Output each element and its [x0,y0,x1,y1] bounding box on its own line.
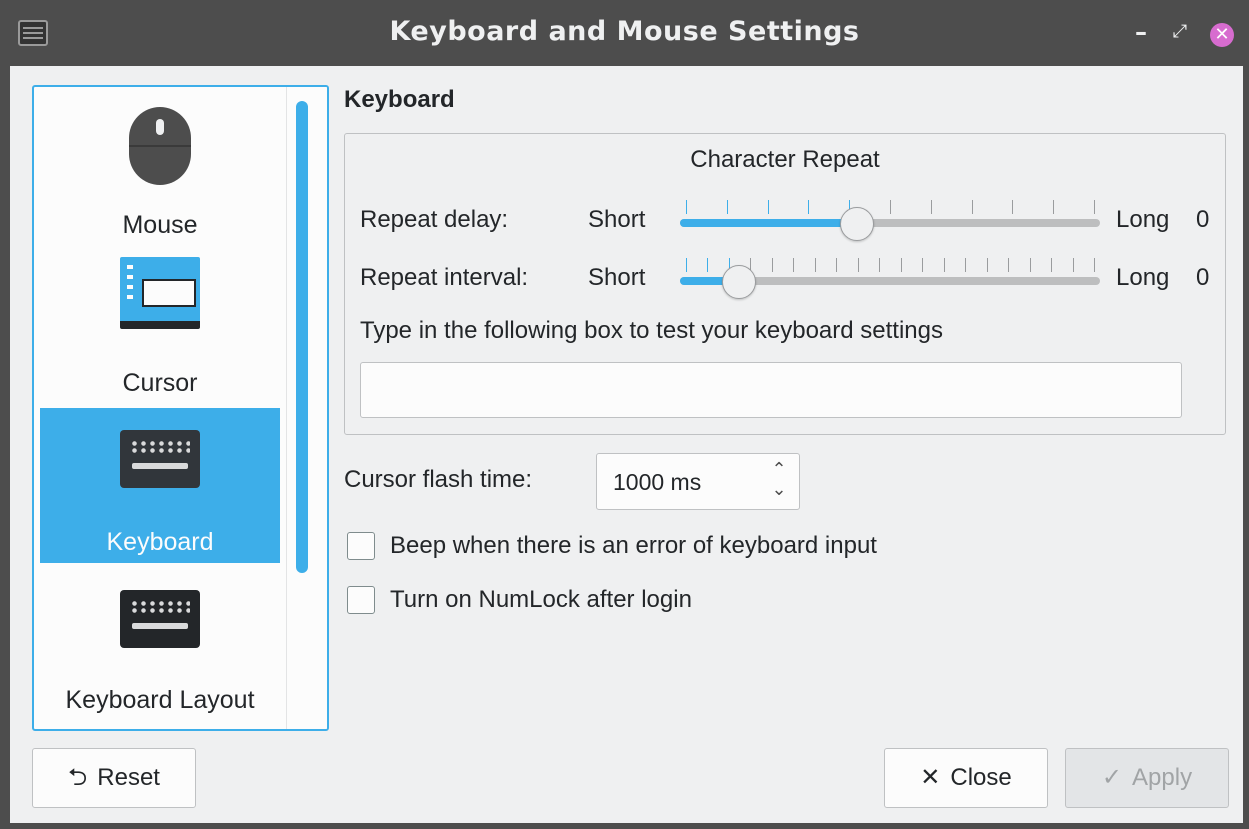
slider-tick [965,258,967,272]
undo-icon: ⮌ [68,764,88,791]
slider-tick [922,258,924,272]
slider-tick [771,258,773,272]
window-title: Keyboard and Mouse Settings [389,16,860,47]
slider-handle[interactable] [722,265,757,299]
sidebar-item-cursor[interactable]: Cursor [40,249,280,404]
numlock-checkbox[interactable] [347,586,375,614]
numlock-label[interactable]: Turn on NumLock after login [390,586,692,614]
slider-tick [1072,258,1074,272]
slider-tick [836,258,838,272]
slider-tick [890,200,891,214]
category-list[interactable]: Mouse Cursor Keyboard Keyboard Layout [32,85,329,731]
slider-tick [726,200,728,214]
slider-tick [986,258,988,272]
sidebar-item-keyboard-layout[interactable]: Keyboard Layout [40,566,280,721]
test-prompt-label: Type in the following box to test your k… [360,317,943,344]
sidebar-item-label: Keyboard Layout [65,686,255,714]
slider-tick [1053,200,1055,214]
cursor-flash-value[interactable]: 1000 ms [613,469,701,496]
reset-label: Reset [97,764,160,791]
repeat-interval-label: Repeat interval: [360,264,529,291]
reset-button[interactable]: ⮌ Reset [32,748,196,808]
repeat-interval-long-label: Long [1116,264,1170,291]
section-title: Keyboard [344,86,455,113]
slider-tick [686,258,687,272]
chevron-up-icon[interactable]: ⌃ [769,460,789,480]
close-window-button[interactable]: ✕ [1208,18,1236,47]
slider-tick [1012,200,1014,214]
slider-tick [971,200,973,214]
chevron-down-icon[interactable]: ⌄ [769,480,789,500]
slider-tick [943,258,945,272]
maximize-button[interactable]: ⤢ [1166,18,1194,46]
beep-error-checkbox[interactable] [347,532,375,560]
repeat-interval-slider[interactable] [680,258,1100,299]
mouse-icon [129,107,191,185]
sidebar-item-label: Mouse [122,211,198,239]
slider-tick [814,258,816,272]
apply-label: Apply [1132,764,1193,791]
repeat-delay-value: 0 [1196,206,1210,233]
sidebar-item-mouse[interactable]: Mouse [40,91,280,246]
repeat-delay-short-label: Short [588,206,646,233]
scrollbar-thumb[interactable] [296,101,308,573]
slider-tick [930,200,932,214]
repeat-delay-long-label: Long [1116,206,1170,233]
minimize-button[interactable]: – [1127,18,1155,46]
group-title: Character Repeat [690,146,880,173]
repeat-delay-slider[interactable] [680,200,1100,241]
keyboard-layout-icon [120,590,200,648]
character-repeat-group: Character Repeat Repeat delay: Short Lon… [344,133,1226,435]
slider-tick [686,200,687,214]
slider-tick [1094,200,1095,214]
slider-tick [879,258,881,272]
cursor-theme-icon [120,257,200,329]
keyboard-icon [120,430,200,488]
title-bar[interactable]: Keyboard and Mouse Settings – ⤢ ✕ [0,0,1249,66]
close-label: Close [950,764,1012,791]
sidebar-item-keyboard[interactable]: Keyboard [40,408,280,563]
repeat-interval-value: 0 [1196,264,1210,291]
repeat-interval-short-label: Short [588,264,646,291]
close-window-icon: ✕ [1210,23,1234,47]
slider-ticks [680,200,1100,214]
apply-button[interactable]: ✓ Apply [1065,748,1229,808]
sidebar-item-label: Cursor [122,369,198,397]
slider-tick [793,258,795,272]
slider-handle[interactable] [840,207,875,241]
checkmark-icon: ✓ [1101,764,1123,791]
slider-tick [707,258,709,272]
slider-tick [1008,258,1010,272]
cursor-flash-label: Cursor flash time: [344,466,533,493]
beep-error-label[interactable]: Beep when there is an error of keyboard … [390,532,877,560]
slider-tick [900,258,902,272]
cursor-flash-spinbox[interactable]: 1000 ms ⌃ ⌄ [596,453,800,510]
slider-tick [1051,258,1053,272]
repeat-delay-label: Repeat delay: [360,206,509,233]
close-button[interactable]: ✕ Close [884,748,1048,808]
close-x-icon: ✕ [920,764,941,791]
slider-fill [680,219,858,227]
spin-arrows[interactable]: ⌃ ⌄ [769,460,789,504]
slider-tick [857,258,859,272]
sidebar-item-label: Keyboard [106,528,214,556]
slider-tick [1029,258,1031,272]
slider-tick [1094,258,1095,272]
settings-window: Keyboard and Mouse Settings – ⤢ ✕ Mouse … [0,0,1249,829]
slider-tick [808,200,810,214]
slider-tick [767,200,769,214]
keyboard-test-input[interactable] [360,362,1182,418]
